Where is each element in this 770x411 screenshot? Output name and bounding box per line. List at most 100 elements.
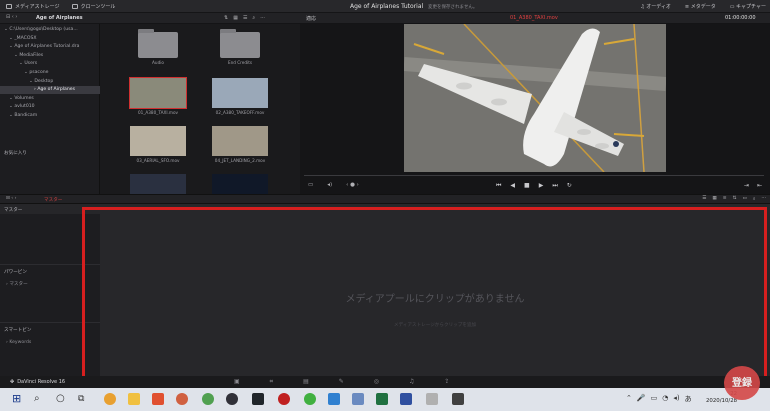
- stop-icon[interactable]: ■: [524, 182, 530, 190]
- loop-icon[interactable]: ↻: [567, 182, 572, 190]
- search-icon[interactable]: ⌕: [34, 393, 46, 405]
- clock-date: 2020/10/28: [706, 398, 738, 404]
- media-folder[interactable]: End Credits: [212, 29, 268, 65]
- fairlight-page-icon[interactable]: ♫: [409, 378, 414, 386]
- pool-search-icon[interactable]: ⌕: [753, 196, 756, 202]
- record-icon[interactable]: [278, 393, 290, 405]
- app-icon[interactable]: [152, 393, 164, 405]
- audio-button[interactable]: ♫ オーディオ: [640, 3, 671, 10]
- tree-item[interactable]: ⌄ MediaFiles: [0, 52, 100, 60]
- fusion-page-icon[interactable]: ✎: [339, 378, 344, 386]
- zoom-select[interactable]: 適応: [306, 15, 316, 22]
- media-folder[interactable]: Audio: [130, 29, 186, 65]
- cortana-icon[interactable]: ○: [56, 393, 68, 405]
- play-icon[interactable]: ▶: [539, 182, 544, 190]
- media-clip[interactable]: [130, 174, 186, 194]
- power-bin-master[interactable]: › マスター: [6, 281, 28, 287]
- media-clip[interactable]: [212, 174, 268, 194]
- pool-detail-view-icon[interactable]: ≡: [723, 196, 727, 202]
- tree-item[interactable]: › Age of Airplanes: [0, 86, 100, 95]
- power-bin-master-label: マスター: [9, 282, 28, 287]
- excel-icon[interactable]: [376, 393, 388, 405]
- chevron-up-icon[interactable]: ⌃: [626, 394, 632, 404]
- tree-item[interactable]: ⌄ Users: [0, 60, 100, 68]
- color-page-icon[interactable]: ◎: [374, 378, 379, 386]
- master-bin[interactable]: マスター: [4, 207, 22, 213]
- browser-icon[interactable]: [176, 393, 188, 405]
- viewer-size-icon[interactable]: ▭: [308, 182, 313, 188]
- tree-item[interactable]: ⌄ Bandicam: [0, 112, 100, 120]
- jump-start-icon[interactable]: ⏮: [496, 182, 501, 190]
- tree-item[interactable]: ⌄ Desktop: [0, 78, 100, 86]
- tree-item-label: Users: [24, 61, 38, 67]
- volume-icon[interactable]: ◂): [673, 394, 679, 404]
- metadata-button[interactable]: ≡ メタデータ: [685, 3, 716, 10]
- clone-tool-tab[interactable]: クローンツール: [71, 3, 115, 10]
- windows-start-icon[interactable]: ⊞: [12, 393, 24, 405]
- network-icon[interactable]: ◔: [662, 394, 668, 404]
- app-dark-icon[interactable]: [252, 393, 264, 405]
- tree-item[interactable]: ⌄ psacone: [0, 69, 100, 77]
- davinci-resolve-icon[interactable]: [226, 393, 238, 405]
- pool-sort-icon[interactable]: ⇅: [733, 196, 737, 202]
- tree-item[interactable]: ⌄ _MACOSX: [0, 35, 100, 43]
- app-slate-icon[interactable]: [452, 393, 464, 405]
- tree-item-label: avlut010: [14, 104, 35, 110]
- nav-arrows[interactable]: ⊟ ‹ ›: [6, 14, 17, 20]
- media-page-icon[interactable]: ▣: [234, 378, 240, 386]
- media-storage-tab[interactable]: メディアストレージ: [6, 3, 60, 10]
- media-pool[interactable]: メディアプールにクリップがありません メディアストレージからクリップを追加: [100, 204, 770, 376]
- viewer-scrubber[interactable]: [304, 175, 764, 176]
- search-icon[interactable]: ⌕: [252, 15, 255, 21]
- word-icon[interactable]: [400, 393, 412, 405]
- chrome-icon[interactable]: [104, 393, 116, 405]
- media-clip[interactable]: 02_A380_TAKEOFF.mov: [212, 78, 268, 115]
- tree-item[interactable]: ⌄ C:\Users\gogo\Desktop (usa...: [0, 26, 100, 34]
- task-view-icon[interactable]: ⧉: [78, 393, 90, 405]
- list-view-icon[interactable]: ☰: [243, 15, 247, 21]
- video-frame[interactable]: [404, 24, 666, 172]
- mark-in-icon[interactable]: ⇥: [744, 182, 749, 189]
- chrome-alt-icon[interactable]: [202, 393, 214, 405]
- tree-item[interactable]: ⌄ avlut010: [0, 103, 100, 111]
- metadata-label: メタデータ: [690, 4, 716, 10]
- play-reverse-icon[interactable]: ◀: [510, 182, 515, 190]
- deliver-page-icon[interactable]: ⇪: [444, 378, 449, 386]
- media-clip[interactable]: 04_JET_LANDING_2.mov: [212, 126, 268, 163]
- tree-item[interactable]: ⌄ Volumes: [0, 95, 100, 103]
- pool-grid-view-icon[interactable]: ▦: [712, 196, 716, 202]
- app-blue-icon[interactable]: [352, 393, 364, 405]
- more-options-icon[interactable]: ⋯: [260, 15, 265, 21]
- line-icon[interactable]: [304, 393, 316, 405]
- media-clip[interactable]: 03_AERIAL_SFO.mov: [130, 126, 186, 163]
- microphone-icon[interactable]: 🎤: [637, 394, 646, 404]
- capture-label: キャプチャー: [736, 4, 766, 10]
- edit-page-icon[interactable]: ▤: [303, 378, 309, 386]
- speaker-icon[interactable]: ◂): [327, 182, 332, 188]
- clip-thumbnail: [212, 78, 268, 108]
- pool-frame-icon[interactable]: ▭: [742, 196, 746, 202]
- pool-nav-arrows[interactable]: ⊟ ‹ ›: [6, 196, 16, 201]
- cut-page-icon[interactable]: ⌗: [270, 378, 273, 386]
- ime-icon[interactable]: あ: [685, 394, 692, 404]
- media-clip[interactable]: 01_A380_TAXI.mov: [129, 77, 187, 115]
- mark-out-icon[interactable]: ⇤: [757, 182, 762, 189]
- app-gray-icon[interactable]: [426, 393, 438, 405]
- folder-icon: [220, 29, 260, 58]
- thumbnail-view-icon[interactable]: ▦: [233, 15, 238, 21]
- tree-item-label: psacone: [29, 70, 49, 75]
- pool-more-icon[interactable]: ⋯: [761, 196, 766, 202]
- telegram-icon[interactable]: [328, 393, 340, 405]
- jump-end-icon[interactable]: ⏭: [552, 182, 557, 190]
- smart-bin-keywords[interactable]: › Keywords: [6, 340, 31, 345]
- file-explorer-icon[interactable]: [128, 393, 140, 405]
- battery-icon[interactable]: ▭: [651, 394, 658, 404]
- capture-button[interactable]: ▭ キャプチャー: [730, 3, 766, 10]
- resolve-logo-icon: ✤: [10, 379, 15, 385]
- subscribe-badge[interactable]: 登録: [724, 366, 760, 400]
- bin-divider: [0, 322, 100, 323]
- tree-item[interactable]: ⌄ Age of Airplanes Tutorial.dra: [0, 43, 100, 51]
- pool-list-view-icon[interactable]: ☰: [702, 196, 706, 202]
- jog-control[interactable]: ‹ ● ›: [346, 182, 359, 188]
- view-toggle-icon[interactable]: ⇅: [224, 15, 228, 21]
